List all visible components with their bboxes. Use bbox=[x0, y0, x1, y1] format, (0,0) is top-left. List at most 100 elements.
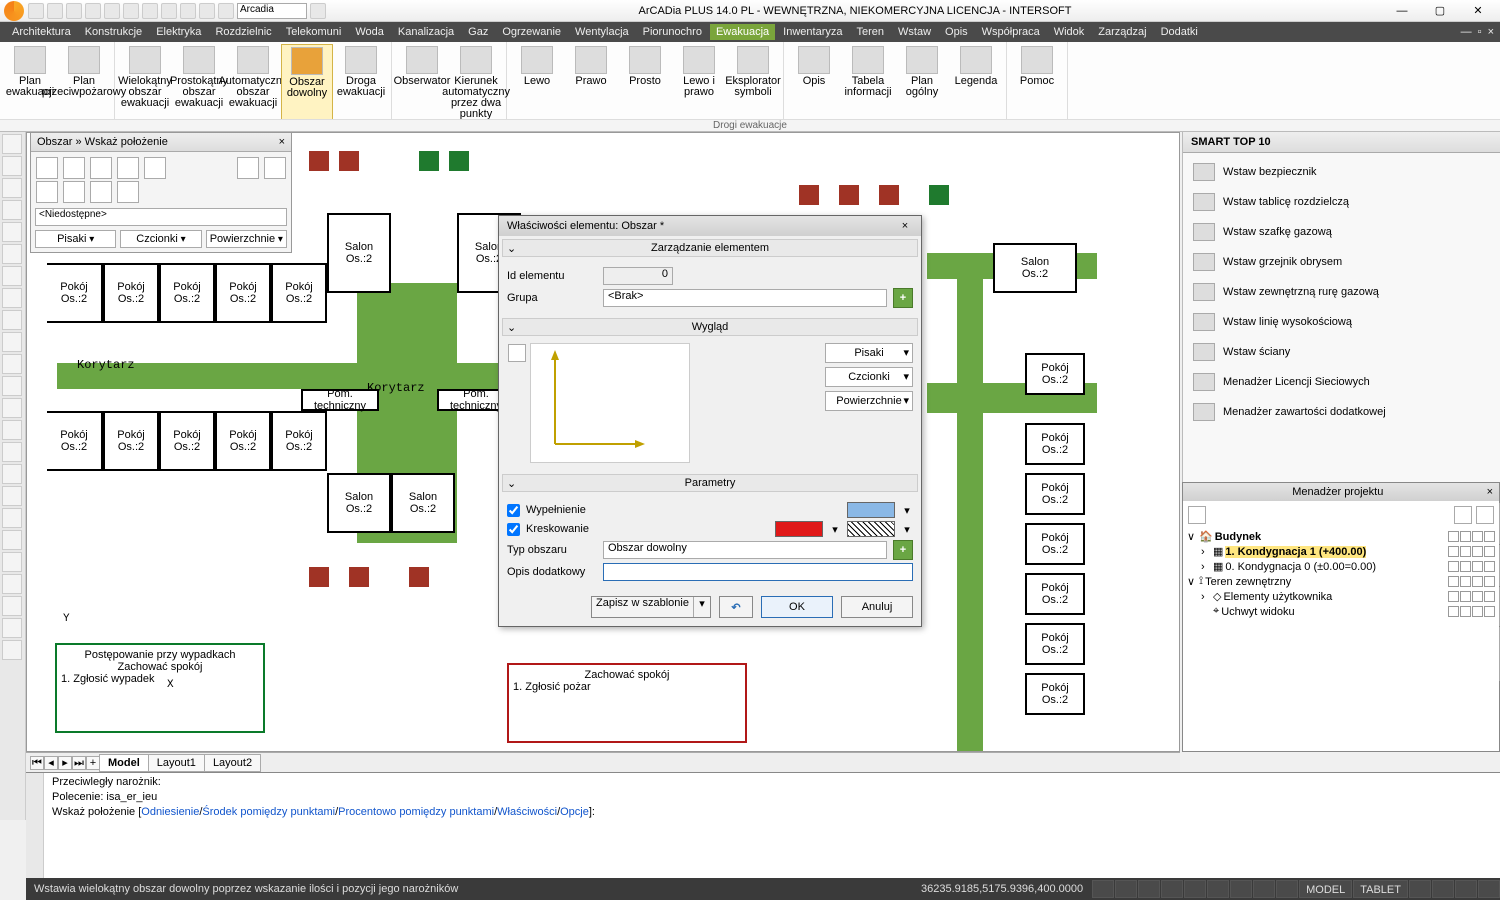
ribbon-button[interactable]: Pomoc bbox=[1011, 44, 1063, 129]
left-tool-button[interactable] bbox=[2, 178, 22, 198]
left-tool-button[interactable] bbox=[2, 420, 22, 440]
status-btn[interactable] bbox=[1230, 880, 1252, 898]
ribbon-button[interactable]: Automatyczny obszar ewakuacji bbox=[227, 44, 279, 129]
status-btn[interactable] bbox=[1161, 880, 1183, 898]
ribbon-button[interactable]: Legenda bbox=[950, 44, 1002, 129]
left-tool-button[interactable] bbox=[2, 596, 22, 616]
menu-close-icon[interactable]: × bbox=[1488, 26, 1494, 38]
left-tool-button[interactable] bbox=[2, 640, 22, 660]
left-tool-button[interactable] bbox=[2, 442, 22, 462]
menu-min-icon[interactable]: — bbox=[1461, 26, 1472, 38]
pm-toolbar-btn[interactable] bbox=[1476, 506, 1494, 524]
dd-powierzchnie[interactable]: Powierzchnie bbox=[825, 391, 913, 411]
sheet-tab-model[interactable]: Model bbox=[99, 754, 149, 772]
left-tool-button[interactable] bbox=[2, 552, 22, 572]
left-tool-button[interactable] bbox=[2, 530, 22, 550]
menu-item[interactable]: Inwentaryza bbox=[777, 24, 848, 40]
fill-color-picker[interactable] bbox=[847, 502, 895, 518]
cancel-button[interactable]: Anuluj bbox=[841, 596, 913, 618]
tree-row[interactable]: ⌖Uchwyt widoku bbox=[1187, 604, 1495, 619]
smart-list-item[interactable]: Menadżer zawartości dodatkowej bbox=[1183, 397, 1500, 427]
menu-item[interactable]: Konstrukcje bbox=[79, 24, 148, 40]
type-combo[interactable]: Obszar dowolny bbox=[603, 541, 887, 559]
qat-workspace-combo[interactable]: Arcadia bbox=[237, 3, 307, 19]
status-btn[interactable] bbox=[1478, 880, 1500, 898]
tree-row[interactable]: ›▦1. Kondygnacja 1 (+400.00) bbox=[1187, 544, 1495, 559]
fill-checkbox[interactable] bbox=[507, 504, 520, 517]
minimize-button[interactable]: — bbox=[1384, 2, 1420, 20]
dialog-close-icon[interactable]: × bbox=[897, 220, 913, 232]
tp-btn[interactable] bbox=[144, 157, 166, 179]
ribbon-button[interactable]: Lewo i prawo bbox=[673, 44, 725, 129]
hatch-pattern-picker[interactable] bbox=[847, 521, 895, 537]
smart-list-item[interactable]: Wstaw bezpiecznik bbox=[1183, 157, 1500, 187]
qat-btn[interactable] bbox=[66, 3, 82, 19]
menu-item[interactable]: Telekomuni bbox=[280, 24, 348, 40]
menu-item[interactable]: Rozdzielnic bbox=[209, 24, 277, 40]
left-tool-button[interactable] bbox=[2, 398, 22, 418]
desc-input[interactable] bbox=[603, 563, 913, 581]
dd-pisaki[interactable]: Pisaki bbox=[825, 343, 913, 363]
qat-btn[interactable] bbox=[310, 3, 326, 19]
smart-list-item[interactable]: Menadżer Licencji Sieciowych bbox=[1183, 367, 1500, 397]
left-tool-button[interactable] bbox=[2, 310, 22, 330]
menu-item[interactable]: Gaz bbox=[462, 24, 494, 40]
ribbon-button[interactable]: Lewo bbox=[511, 44, 563, 129]
ribbon-button[interactable]: Obserwator bbox=[396, 44, 448, 129]
maximize-button[interactable]: ▢ bbox=[1422, 2, 1458, 20]
menu-item[interactable]: Opis bbox=[939, 24, 974, 40]
menu-item[interactable]: Piorunochro bbox=[637, 24, 708, 40]
ribbon-button[interactable]: Eksplorator symboli bbox=[727, 44, 779, 129]
menu-item[interactable]: Woda bbox=[349, 24, 390, 40]
tp-btn[interactable] bbox=[237, 157, 259, 179]
ribbon-button[interactable]: Tabela informacji bbox=[842, 44, 894, 129]
ribbon-button[interactable]: Opis bbox=[788, 44, 840, 129]
tp-btn[interactable] bbox=[117, 157, 139, 179]
menu-item[interactable]: Teren bbox=[850, 24, 890, 40]
qat-btn[interactable] bbox=[85, 3, 101, 19]
ribbon-button[interactable]: Plan przeciwpożarowy bbox=[58, 44, 110, 129]
tp-btn[interactable] bbox=[36, 157, 58, 179]
sheet-add[interactable]: + bbox=[86, 756, 100, 770]
smart-list-item[interactable]: Wstaw tablicę rozdzielczą bbox=[1183, 187, 1500, 217]
qat-btn[interactable] bbox=[218, 3, 234, 19]
save-template-button[interactable]: Zapisz w szablonie▾ bbox=[591, 596, 711, 618]
left-tool-button[interactable] bbox=[2, 288, 22, 308]
tree-row[interactable]: ›▦0. Kondygnacja 0 (±0.00=0.00) bbox=[1187, 559, 1495, 574]
projmgr-close-icon[interactable]: × bbox=[1487, 486, 1493, 498]
cmd-option-link[interactable]: Odniesienie bbox=[141, 806, 199, 818]
menu-max-icon[interactable]: ▫ bbox=[1478, 26, 1482, 38]
ribbon-button[interactable]: Obszar dowolny bbox=[281, 44, 333, 129]
type-add-button[interactable]: + bbox=[893, 540, 913, 560]
ribbon-button[interactable]: Prostokątny obszar ewakuacji bbox=[173, 44, 225, 129]
status-model-toggle[interactable]: MODEL bbox=[1299, 880, 1352, 898]
menu-item[interactable]: Architektura bbox=[6, 24, 77, 40]
left-tool-button[interactable] bbox=[2, 574, 22, 594]
tp-btn[interactable] bbox=[63, 181, 85, 203]
tp-btn[interactable] bbox=[90, 181, 112, 203]
menu-item[interactable]: Ewakuacja bbox=[710, 24, 775, 40]
left-tool-button[interactable] bbox=[2, 200, 22, 220]
tp-dd-czcionki[interactable]: Czcionki ▾ bbox=[120, 230, 201, 248]
sheet-nav-prev[interactable]: ◂ bbox=[44, 756, 58, 770]
tp-style-combo[interactable]: <Niedostępne> bbox=[35, 208, 287, 226]
tp-btn[interactable] bbox=[36, 181, 58, 203]
cmd-option-link[interactable]: Właściwości bbox=[497, 806, 557, 818]
hatch-checkbox[interactable] bbox=[507, 523, 520, 536]
qat-btn[interactable] bbox=[199, 3, 215, 19]
pm-toolbar-btn[interactable] bbox=[1454, 506, 1472, 524]
tp-btn[interactable] bbox=[117, 181, 139, 203]
cmd-option-link[interactable]: Opcje bbox=[560, 806, 589, 818]
tool-panel-close-icon[interactable]: × bbox=[279, 136, 285, 148]
dlg-section-header[interactable]: Wygląd bbox=[692, 321, 729, 333]
ribbon-button[interactable]: Kierunek automatyczny przez dwa punkty bbox=[450, 44, 502, 129]
group-combo[interactable]: <Brak> bbox=[603, 289, 887, 307]
status-btn[interactable] bbox=[1455, 880, 1477, 898]
status-btn[interactable] bbox=[1184, 880, 1206, 898]
left-tool-button[interactable] bbox=[2, 354, 22, 374]
menu-item[interactable]: Elektryka bbox=[150, 24, 207, 40]
status-btn[interactable] bbox=[1253, 880, 1275, 898]
menu-item[interactable]: Widok bbox=[1048, 24, 1091, 40]
cmd-grip-icon[interactable] bbox=[26, 773, 44, 878]
ribbon-button[interactable]: Droga ewakuacji bbox=[335, 44, 387, 129]
